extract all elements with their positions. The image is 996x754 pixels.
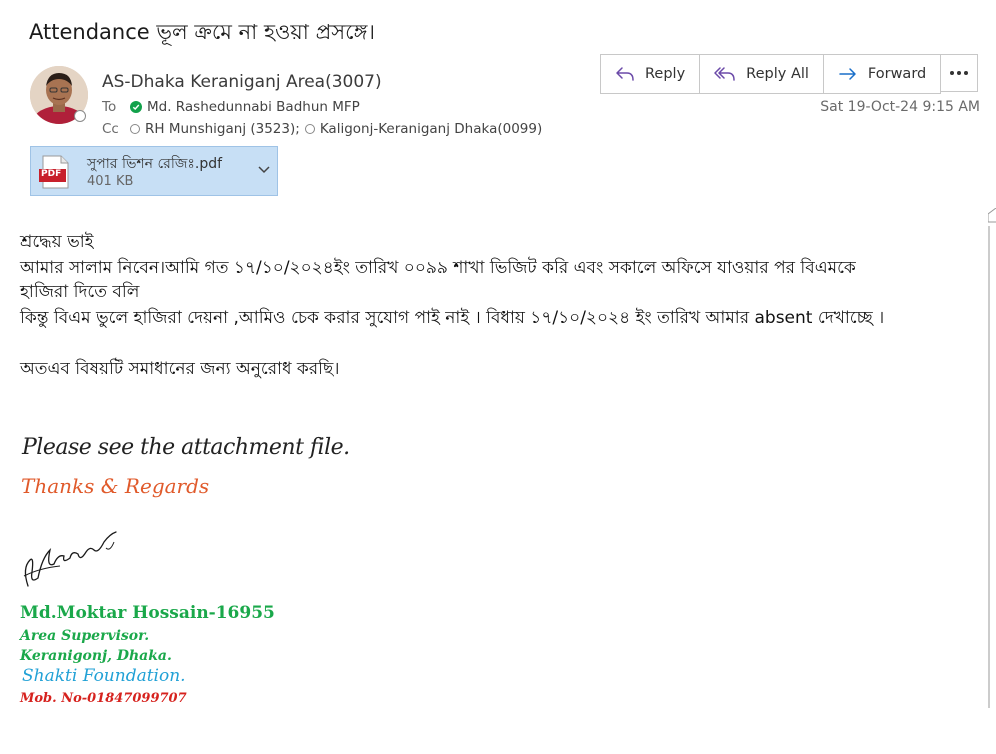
reply-all-button[interactable]: Reply All bbox=[700, 55, 824, 93]
sender-name[interactable]: AS-Dhaka Keraniganj Area(3007) bbox=[102, 72, 382, 92]
body-line: কিন্তু বিএম ভুলে হাজিরা দেয়না ,আমিও চেক… bbox=[20, 308, 885, 328]
signature-mobile: Mob. No-01847099707 bbox=[20, 691, 187, 706]
attachment-size: 401 KB bbox=[87, 174, 134, 189]
attachment-name: সুপার ভিশন রেজিঃ.pdf bbox=[87, 156, 223, 172]
message-actions: Reply Reply All Forward bbox=[600, 54, 942, 94]
to-row: To Md. Rashedunnabi Badhun MFP bbox=[102, 99, 360, 115]
to-label: To bbox=[102, 99, 117, 115]
reply-all-icon bbox=[714, 67, 735, 81]
cc-row: Cc RH Munshiganj (3523); Kaligonj-Kerani… bbox=[102, 121, 542, 137]
body-greeting: শ্রদ্ধেয় ভাই bbox=[20, 232, 94, 252]
attachment-note: Please see the attachment file. bbox=[22, 435, 350, 460]
sent-date: Sat 19-Oct-24 9:15 AM bbox=[820, 99, 980, 115]
signature-title: Area Supervisor. bbox=[20, 628, 150, 644]
forward-icon bbox=[839, 68, 856, 80]
presence-icon bbox=[304, 124, 315, 134]
pdf-badge: PDF bbox=[41, 169, 62, 179]
attachment-card[interactable]: PDF সুপার ভিশন রেজিঃ.pdf 401 KB bbox=[30, 146, 278, 196]
forward-label: Forward bbox=[867, 66, 927, 82]
scrollbar[interactable] bbox=[987, 207, 996, 708]
check-icon bbox=[130, 101, 142, 113]
email-subject: Attendance ভূল ক্রমে না হওয়া প্রসঙ্গে। bbox=[29, 20, 375, 44]
cc-recipient[interactable]: Kaligonj-Keraniganj Dhaka(0099) bbox=[320, 121, 542, 137]
body-line: অতএব বিষয়টি সমাধানের জন্য অনুরোধ করছি। bbox=[20, 359, 340, 379]
cc-label: Cc bbox=[102, 121, 119, 137]
presence-icon bbox=[130, 124, 140, 134]
body-line: হাজিরা দিতে বলি bbox=[20, 282, 140, 302]
reply-icon bbox=[616, 67, 634, 81]
reply-label: Reply bbox=[645, 66, 686, 82]
thanks-regards: Thanks & Regards bbox=[21, 474, 210, 498]
body-line: আমার সালাম নিবেন।আমি গত ১৭/১০/২০২৪ইং তার… bbox=[20, 258, 856, 278]
more-actions-button[interactable] bbox=[940, 54, 978, 92]
signature-name: Md.Moktar Hossain-16955 bbox=[20, 603, 275, 623]
to-recipient[interactable]: Md. Rashedunnabi Badhun MFP bbox=[147, 99, 360, 115]
forward-button[interactable]: Forward bbox=[824, 55, 940, 93]
reply-button[interactable]: Reply bbox=[601, 55, 701, 93]
presence-icon bbox=[74, 110, 86, 122]
signature-location: Keranigonj, Dhaka. bbox=[20, 648, 172, 664]
cc-recipient[interactable]: RH Munshiganj (3523); bbox=[145, 121, 300, 137]
reply-all-label: Reply All bbox=[746, 66, 809, 82]
chevron-down-icon[interactable] bbox=[258, 166, 270, 174]
signature-organization: Shakti Foundation. bbox=[22, 666, 186, 686]
more-icon bbox=[950, 71, 968, 75]
handwritten-signature bbox=[23, 531, 117, 587]
